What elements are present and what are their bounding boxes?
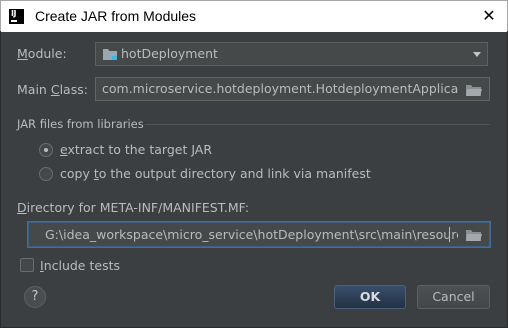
main-class-value: com.microservice.hotdeployment.Hotdeploy… bbox=[102, 81, 483, 96]
include-tests-label[interactable]: Include tests bbox=[40, 258, 120, 273]
main-class-label: Main Class: bbox=[17, 82, 88, 97]
jar-files-group-label: JAR files from libraries bbox=[17, 117, 144, 131]
folder-icon bbox=[466, 230, 482, 241]
extract-radio-label[interactable]: extract to the target JAR bbox=[60, 142, 212, 157]
module-combobox[interactable]: hotDeployment bbox=[95, 42, 488, 66]
help-button[interactable]: ? bbox=[24, 286, 46, 308]
text-cursor bbox=[449, 227, 450, 242]
cancel-button[interactable]: Cancel bbox=[417, 285, 490, 309]
module-value: hotDeployment bbox=[121, 46, 218, 61]
ok-button[interactable]: OK bbox=[334, 285, 406, 309]
manifest-directory-field[interactable]: G:\idea_workspace\micro_service\hotDeplo… bbox=[28, 222, 490, 247]
main-class-field[interactable]: com.microservice.hotdeployment.Hotdeploy… bbox=[95, 77, 490, 101]
copy-radio[interactable] bbox=[39, 167, 53, 181]
title-bar: IJ Create JAR from Modules ✕ bbox=[0, 0, 508, 32]
close-button[interactable]: ✕ bbox=[477, 5, 501, 27]
include-tests-checkbox[interactable] bbox=[20, 258, 34, 272]
copy-radio-label[interactable]: copy to the output directory and link vi… bbox=[60, 166, 371, 181]
chevron-down-icon[interactable] bbox=[473, 52, 481, 57]
group-separator bbox=[145, 124, 490, 125]
window-title: Create JAR from Modules bbox=[35, 8, 197, 24]
extract-radio[interactable] bbox=[39, 143, 53, 157]
main-class-browse-button[interactable] bbox=[458, 79, 488, 99]
module-folder-icon bbox=[103, 49, 117, 60]
manifest-browse-button[interactable] bbox=[458, 224, 488, 245]
intellij-icon: IJ bbox=[9, 9, 24, 24]
module-label: Module: bbox=[17, 46, 67, 61]
folder-icon bbox=[466, 85, 482, 96]
manifest-directory-value: G:\idea_workspace\micro_service\hotDeplo… bbox=[45, 227, 478, 242]
manifest-label: Directory for META-INF/MANIFEST.MF: bbox=[17, 200, 250, 215]
